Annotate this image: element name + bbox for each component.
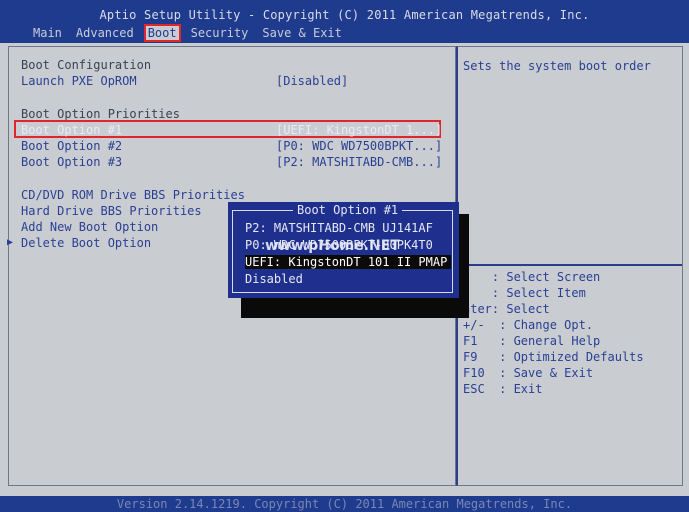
key-help-save-exit: F10 : Save & Exit [463, 366, 594, 380]
popup-option-3-selected[interactable]: UEFI: KingstonDT 101 II PMAP [245, 255, 452, 269]
key-help-general-help: F1 : General Help [463, 334, 601, 348]
section-boot-option-priorities: Boot Option Priorities [21, 107, 180, 121]
tab-boot[interactable]: Boot [143, 24, 181, 42]
boot-option-3-value[interactable]: [P2: MATSHITABD-CMB...] [276, 155, 442, 169]
hard-drive-bbs-priorities[interactable]: Hard Drive BBS Priorities [21, 204, 202, 218]
launch-pxe-oprom-value[interactable]: [Disabled] [276, 74, 348, 88]
boot-option-3-label[interactable]: Boot Option #3 [21, 155, 122, 169]
header-bar: Aptio Setup Utility - Copyright (C) 2011… [0, 0, 689, 43]
boot-option-2-label[interactable]: Boot Option #2 [21, 139, 122, 153]
key-help-change-opt: +/- : Change Opt. [463, 318, 594, 332]
popup-title: Boot Option #1 [293, 203, 403, 217]
boot-option-1-label[interactable]: Boot Option #1 [21, 123, 122, 137]
boot-option-1-value[interactable]: [UEFI: KingstonDT 1...] [276, 123, 442, 137]
help-description: Sets the system boot order [463, 59, 651, 73]
delete-boot-option[interactable]: Delete Boot Option [21, 236, 151, 250]
tab-advanced[interactable]: Advanced [73, 25, 137, 41]
tab-save-exit[interactable]: Save & Exit [259, 25, 344, 41]
key-help-select: nter: Select [463, 302, 550, 316]
tab-bar: Main Advanced Boot Security Save & Exit [30, 24, 345, 42]
cd-dvd-bbs-priorities[interactable]: CD/DVD ROM Drive BBS Priorities [21, 188, 245, 202]
submenu-arrow-icon: ▶ [7, 237, 14, 248]
help-panel [456, 46, 683, 486]
watermark-text: www.pHome.NET [265, 238, 400, 254]
help-divider [458, 264, 682, 266]
add-new-boot-option[interactable]: Add New Boot Option [21, 220, 158, 234]
popup-option-disabled[interactable]: Disabled [245, 272, 303, 286]
key-help-select-item: : Select Item [463, 286, 586, 300]
boot-option-2-value[interactable]: [P0: WDC WD7500BPKT...] [276, 139, 442, 153]
key-help-optimized-defaults: F9 : Optimized Defaults [463, 350, 644, 364]
footer-version: Version 2.14.1219. Copyright (C) 2011 Am… [0, 496, 689, 512]
tab-security[interactable]: Security [188, 25, 252, 41]
tab-main[interactable]: Main [30, 25, 65, 41]
launch-pxe-oprom-label[interactable]: Launch PXE OpROM [21, 74, 137, 88]
popup-option-1[interactable]: P2: MATSHITABD-CMB UJ141AF [245, 221, 433, 235]
key-help-exit: ESC : Exit [463, 382, 543, 396]
app-title: Aptio Setup Utility - Copyright (C) 2011… [99, 8, 590, 22]
section-boot-configuration: Boot Configuration [21, 58, 152, 72]
bios-screen: Aptio Setup Utility - Copyright (C) 2011… [0, 0, 689, 512]
key-help-select-screen: : Select Screen [463, 270, 601, 284]
